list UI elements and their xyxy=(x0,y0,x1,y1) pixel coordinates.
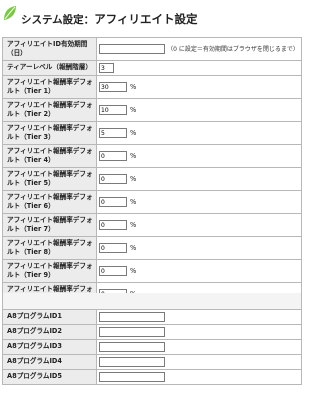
a8-label-4: A8プログラムID4 xyxy=(2,354,97,370)
a8-input-1[interactable] xyxy=(99,312,165,322)
rate-input-tier-7[interactable] xyxy=(99,220,127,230)
a8-row-5: A8プログラムID5 xyxy=(2,369,302,385)
rate-unit: % xyxy=(130,82,137,91)
rate-input-tier-3[interactable] xyxy=(99,128,127,138)
a8-row-1: A8プログラムID1 xyxy=(2,309,302,325)
a8-row-3: A8プログラムID3 xyxy=(2,339,302,355)
a8-input-5[interactable] xyxy=(99,372,165,382)
rate-input-tier-8[interactable] xyxy=(99,243,127,253)
a8-row-2: A8プログラムID2 xyxy=(2,324,302,340)
rate-input-tier-4[interactable] xyxy=(99,151,127,161)
rate-cell-tier-1: % xyxy=(96,75,302,99)
tier-level-cell xyxy=(96,60,302,76)
a8-row-4: A8プログラムID4 xyxy=(2,354,302,370)
rate-input-tier-1[interactable] xyxy=(99,82,127,92)
settings-row-tier-level: ティアーレベル（報酬階層） xyxy=(2,60,302,76)
rate-label-tier-6: アフィリエイト報酬率デフォルト（Tier 6） xyxy=(2,190,97,214)
rate-cell-tier-3: % xyxy=(96,121,302,145)
rate-row-tier-4: アフィリエイト報酬率デフォルト（Tier 4）% xyxy=(2,144,302,168)
rate-cell-tier-2: % xyxy=(96,98,302,122)
rate-input-tier-6[interactable] xyxy=(99,197,127,207)
rate-cell-tier-7: % xyxy=(96,213,302,237)
a8-cell-5 xyxy=(96,369,302,385)
a8-cell-4 xyxy=(96,354,302,370)
a8-input-3[interactable] xyxy=(99,342,165,352)
rate-unit: % xyxy=(130,197,137,206)
rate-row-tier-2: アフィリエイト報酬率デフォルト（Tier 2）% xyxy=(2,98,302,122)
validity-days-note: （0 に設定＝有効期間はブラウザを閉じるまで） xyxy=(167,46,299,53)
validity-days-cell: （0 に設定＝有効期間はブラウザを閉じるまで） xyxy=(96,37,302,61)
section-spacer xyxy=(2,293,302,309)
rate-rows: アフィリエイト報酬率デフォルト（Tier 1）%アフィリエイト報酬率デフォルト（… xyxy=(2,75,302,306)
rate-cell-tier-5: % xyxy=(96,167,302,191)
a8-input-4[interactable] xyxy=(99,357,165,367)
rate-row-tier-6: アフィリエイト報酬率デフォルト（Tier 6）% xyxy=(2,190,302,214)
rate-cell-tier-9: % xyxy=(96,259,302,283)
validity-days-input[interactable] xyxy=(99,44,165,54)
rate-cell-tier-8: % xyxy=(96,236,302,260)
page-title: システム設定：アフィリエイト設定 xyxy=(21,11,197,27)
a8-rows: A8プログラムID1 A8プログラムID2 A8プログラムID3 A8プログラムID4… xyxy=(2,309,302,385)
tier-level-input[interactable] xyxy=(99,63,114,73)
rate-row-tier-1: アフィリエイト報酬率デフォルト（Tier 1）% xyxy=(2,75,302,99)
rate-input-tier-2[interactable] xyxy=(99,105,127,115)
a8-label-1: A8プログラムID1 xyxy=(2,309,97,325)
rate-unit: % xyxy=(130,266,137,275)
a8-cell-2 xyxy=(96,324,302,340)
validity-days-label: アフィリエイトID有効期間（日） xyxy=(2,37,97,61)
settings-row-validity: アフィリエイトID有効期間（日） （0 に設定＝有効期間はブラウザを閉じるまで） xyxy=(2,37,302,61)
rate-unit: % xyxy=(130,105,137,114)
rate-label-tier-9: アフィリエイト報酬率デフォルト（Tier 9） xyxy=(2,259,97,283)
a8-input-2[interactable] xyxy=(99,327,165,337)
rate-label-tier-4: アフィリエイト報酬率デフォルト（Tier 4） xyxy=(2,144,97,168)
rate-row-tier-5: アフィリエイト報酬率デフォルト（Tier 5）% xyxy=(2,167,302,191)
rate-unit: % xyxy=(130,128,137,137)
a8-cell-1 xyxy=(96,309,302,325)
a8-label-2: A8プログラムID2 xyxy=(2,324,97,340)
rate-row-tier-3: アフィリエイト報酬率デフォルト（Tier 3）% xyxy=(2,121,302,145)
affiliate-settings-table: アフィリエイトID有効期間（日） （0 に設定＝有効期間はブラウザを閉じるまで）… xyxy=(2,37,302,306)
rate-input-tier-5[interactable] xyxy=(99,174,127,184)
a8-cell-3 xyxy=(96,339,302,355)
rate-label-tier-7: アフィリエイト報酬率デフォルト（Tier 7） xyxy=(2,213,97,237)
rate-unit: % xyxy=(130,243,137,252)
rate-label-tier-1: アフィリエイト報酬率デフォルト（Tier 1） xyxy=(2,75,97,99)
leaf-logo-icon xyxy=(4,6,16,20)
rate-label-tier-8: アフィリエイト報酬率デフォルト（Tier 8） xyxy=(2,236,97,260)
rate-row-tier-7: アフィリエイト報酬率デフォルト（Tier 7）% xyxy=(2,213,302,237)
page-title-main: アフィリエイト設定 xyxy=(94,12,198,26)
tier-level-label: ティアーレベル（報酬階層） xyxy=(2,60,97,76)
rate-label-tier-2: アフィリエイト報酬率デフォルト（Tier 2） xyxy=(2,98,97,122)
page-header: システム設定：アフィリエイト設定 xyxy=(0,0,305,36)
page-title-prefix: システム設定： xyxy=(21,14,95,26)
a8-label-3: A8プログラムID3 xyxy=(2,339,97,355)
rate-label-tier-5: アフィリエイト報酬率デフォルト（Tier 5） xyxy=(2,167,97,191)
rate-row-tier-8: アフィリエイト報酬率デフォルト（Tier 8）% xyxy=(2,236,302,260)
rate-input-tier-9[interactable] xyxy=(99,266,127,276)
rate-cell-tier-4: % xyxy=(96,144,302,168)
rate-row-tier-9: アフィリエイト報酬率デフォルト（Tier 9）% xyxy=(2,259,302,283)
rate-cell-tier-6: % xyxy=(96,190,302,214)
rate-unit: % xyxy=(130,220,137,229)
rate-label-tier-3: アフィリエイト報酬率デフォルト（Tier 3） xyxy=(2,121,97,145)
rate-unit: % xyxy=(130,151,137,160)
a8-label-5: A8プログラムID5 xyxy=(2,369,97,385)
a8-program-table: A8プログラムID1 A8プログラムID2 A8プログラムID3 A8プログラムID4… xyxy=(2,309,302,385)
rate-unit: % xyxy=(130,174,137,183)
